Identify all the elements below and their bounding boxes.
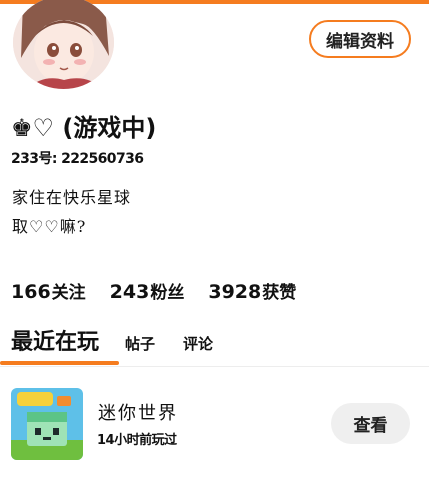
profile-tabs: 最近在玩 帖子 评论 bbox=[11, 324, 241, 356]
edit-profile-button[interactable]: 编辑资料 bbox=[309, 20, 411, 58]
game-name: 迷你世界 bbox=[98, 403, 178, 424]
username: ♚♡ (游戏中) bbox=[11, 114, 157, 142]
stat-following[interactable]: 166 关注 bbox=[11, 278, 86, 303]
tab-posts[interactable]: 帖子 bbox=[125, 333, 155, 354]
stats-row: 166 关注 243 粉丝 3928 获赞 bbox=[11, 278, 296, 303]
stat-value: 243 bbox=[109, 281, 150, 303]
tab-recently-played[interactable]: 最近在玩 bbox=[11, 324, 99, 356]
mini-world-game-icon[interactable] bbox=[11, 388, 83, 460]
tab-comments[interactable]: 评论 bbox=[183, 333, 213, 354]
avatar[interactable] bbox=[13, 0, 114, 89]
view-game-button[interactable]: 查看 bbox=[331, 403, 410, 444]
bio-line-1: 家住在快乐星球 bbox=[12, 188, 132, 207]
last-played-time: 14小时前玩过 bbox=[97, 433, 177, 448]
active-tab-indicator bbox=[0, 361, 119, 365]
stat-label: 关注 bbox=[51, 283, 86, 303]
stat-value: 166 bbox=[11, 281, 51, 303]
user-id: 233号: 222560736 bbox=[11, 151, 144, 167]
stat-value: 3928 bbox=[208, 281, 262, 303]
stat-likes[interactable]: 3928 获赞 bbox=[208, 278, 296, 303]
avatar-image bbox=[13, 0, 114, 89]
stat-label: 粉丝 bbox=[150, 283, 185, 303]
stat-label: 获赞 bbox=[262, 283, 297, 303]
stat-followers[interactable]: 243 粉丝 bbox=[110, 278, 185, 303]
bio-line-2: 取♡♡嘛? bbox=[12, 217, 87, 236]
divider bbox=[0, 366, 429, 367]
